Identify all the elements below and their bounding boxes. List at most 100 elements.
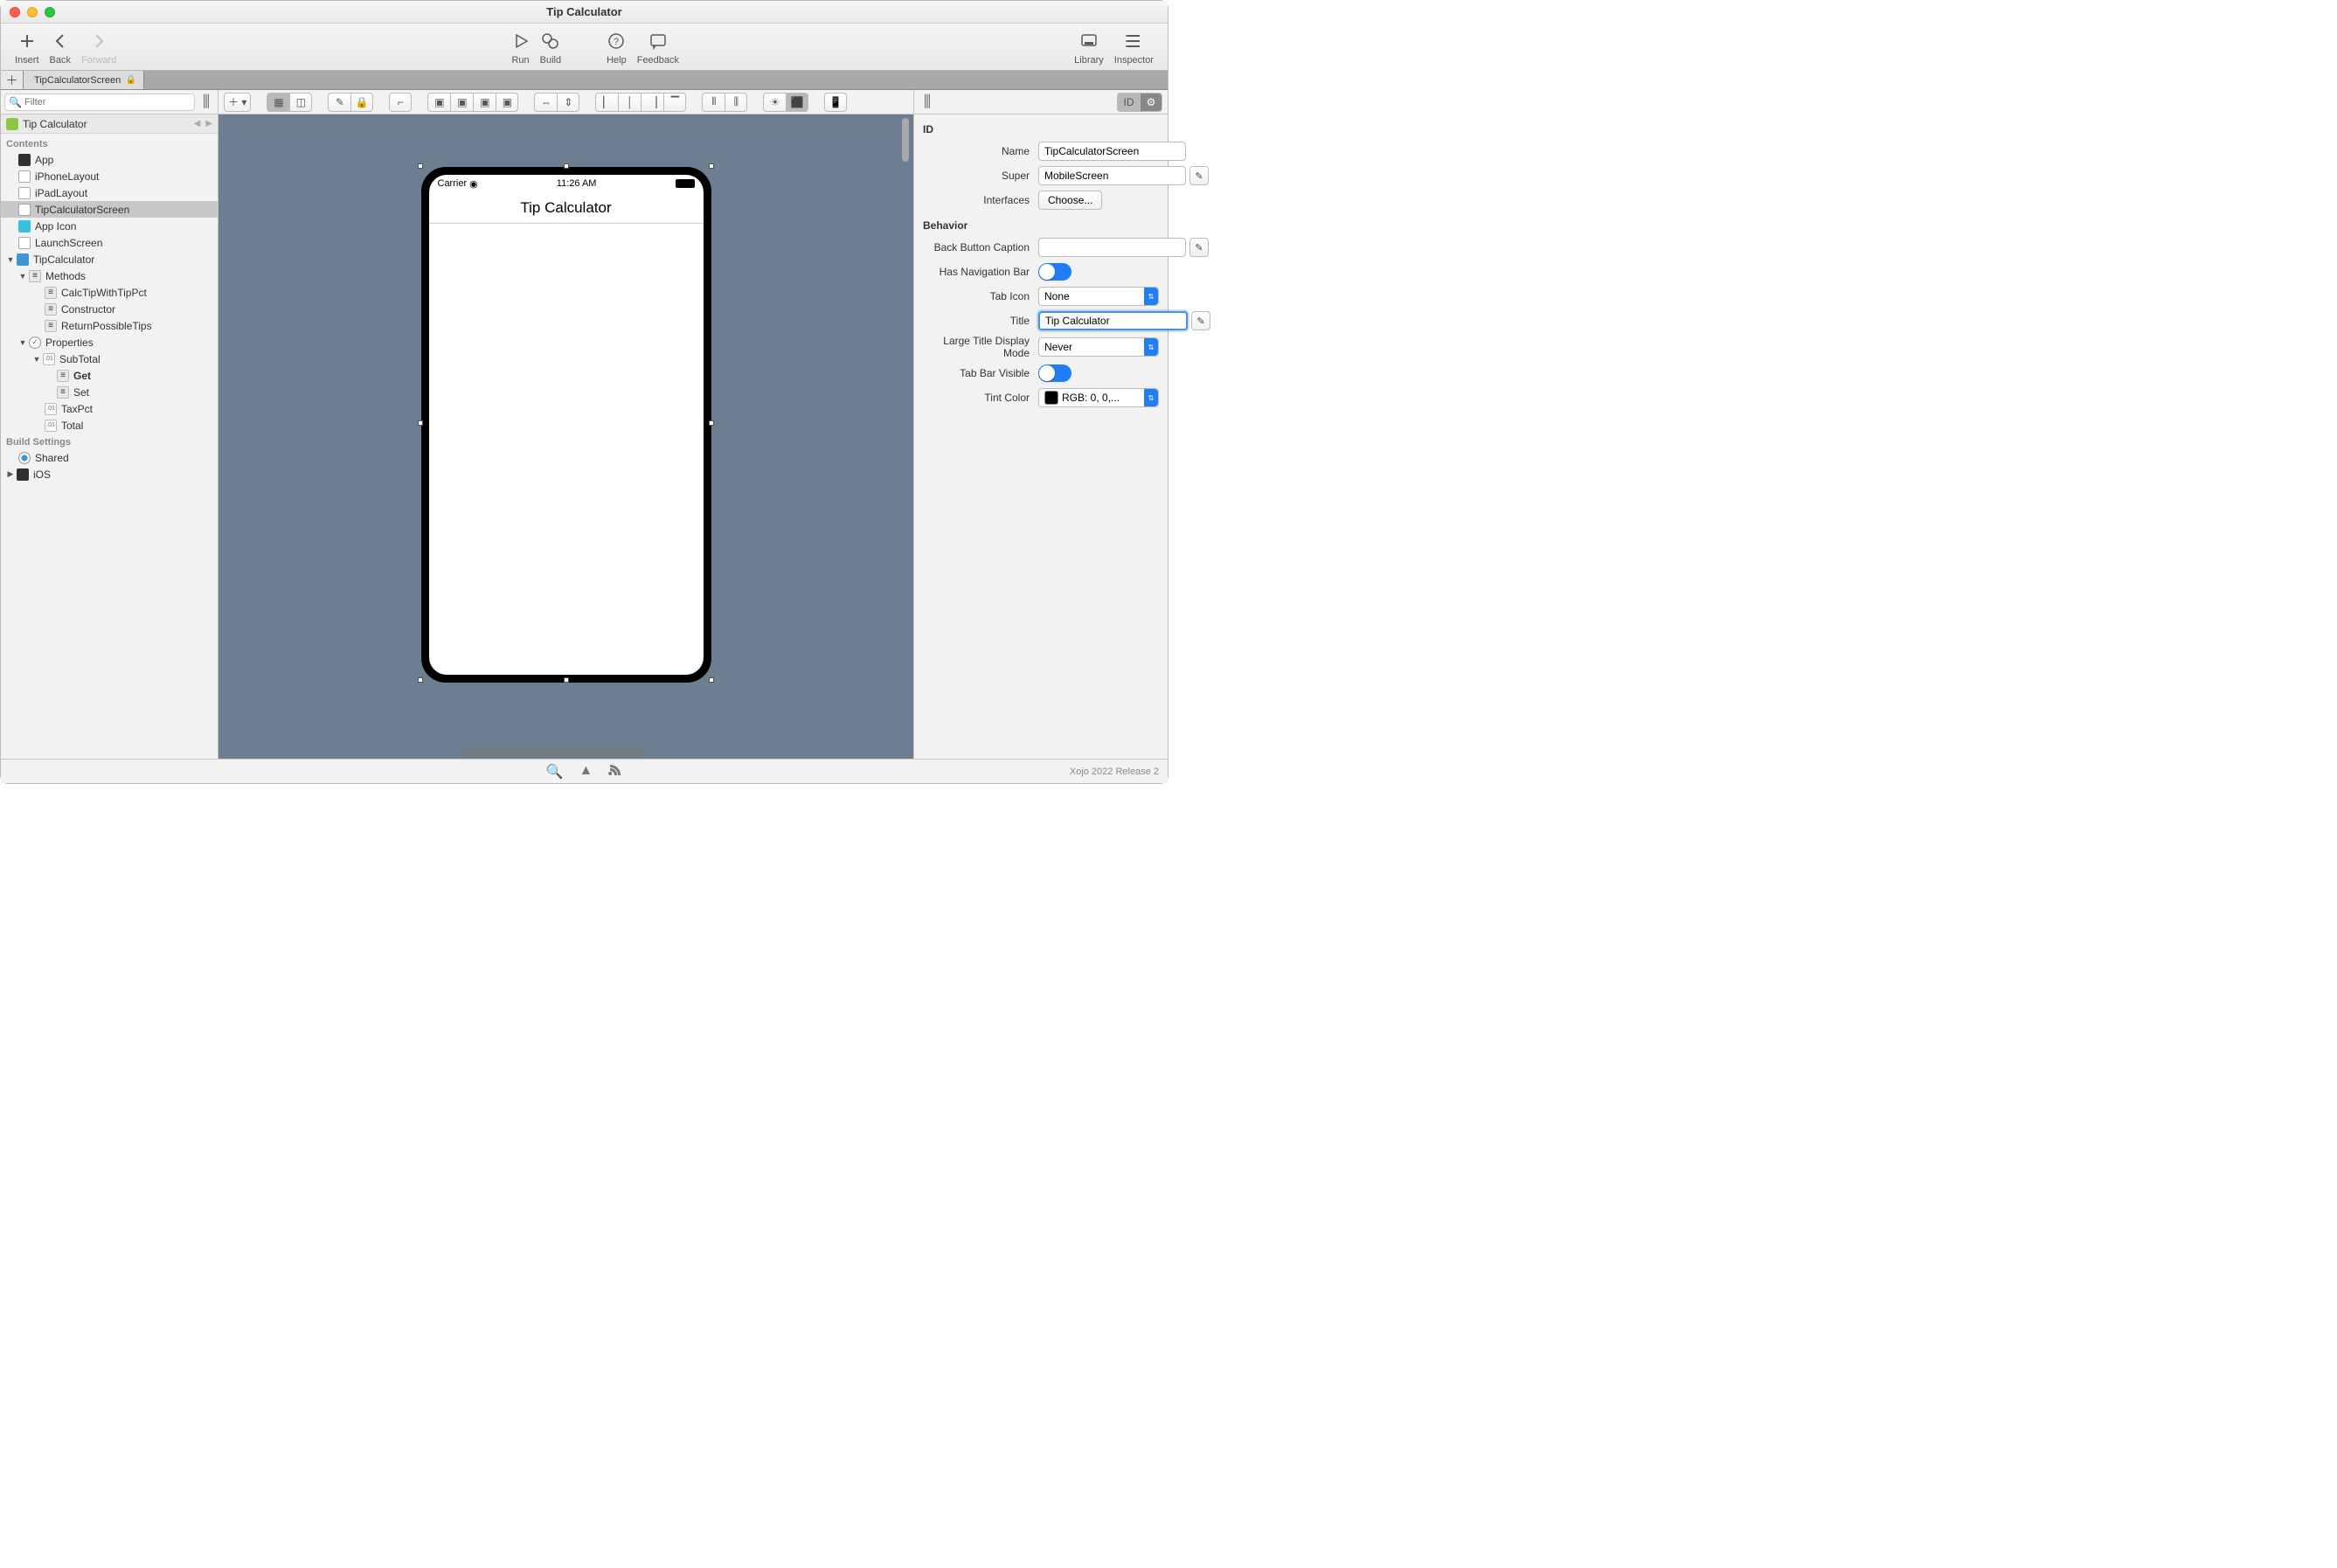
device-button[interactable]: 📱	[824, 93, 847, 112]
order-2-button[interactable]: ▣	[450, 93, 473, 112]
tabbar-visible-toggle[interactable]	[1038, 364, 1071, 382]
design-canvas[interactable]: Carrier ◉ 11:26 AM Tip Calculator	[218, 114, 913, 759]
tree-item-get[interactable]: ≡Get	[1, 367, 218, 384]
zoom-icon[interactable]	[45, 7, 55, 17]
tint-color-popup[interactable]: RGB: 0, 0,...⇅	[1038, 388, 1159, 407]
inspector-tab-advanced-button[interactable]: ⚙	[1140, 93, 1162, 112]
disclosure-triangle-icon[interactable]: ▼	[18, 338, 27, 347]
tree-item-method[interactable]: ≡Constructor	[1, 301, 218, 317]
preview-light-button[interactable]: ☀	[763, 93, 786, 112]
help-button[interactable]: ? Help	[607, 29, 627, 66]
tree-item-taxpct[interactable]: .01TaxPct	[1, 400, 218, 417]
selection-handle[interactable]	[709, 420, 714, 426]
order-1-button[interactable]: ▣	[427, 93, 450, 112]
lock-button[interactable]: 🔒	[350, 93, 373, 112]
edit-pencil-icon[interactable]: ✎	[1189, 238, 1209, 257]
disclosure-triangle-icon[interactable]: ▶	[6, 469, 15, 479]
view-mode-2-button[interactable]: ◫	[289, 93, 312, 112]
selection-handle[interactable]	[709, 677, 714, 683]
tree-item-iphonelayout[interactable]: iPhoneLayout	[1, 168, 218, 184]
edit-pencil-icon[interactable]: ✎	[1191, 311, 1210, 330]
window-title: Tip Calculator	[1, 5, 1168, 18]
align-4-button[interactable]: ▔	[663, 93, 686, 112]
status-bar: Carrier ◉ 11:26 AM	[429, 175, 704, 192]
close-icon[interactable]	[10, 7, 20, 17]
title-input[interactable]	[1038, 311, 1188, 330]
filter-input[interactable]	[4, 94, 195, 111]
tree-item-method[interactable]: ≡ReturnPossibleTips	[1, 317, 218, 334]
back-button[interactable]: Back	[50, 29, 71, 66]
new-tab-button[interactable]: ＋	[1, 71, 24, 89]
add-control-button[interactable]: ＋ ▾	[224, 93, 251, 112]
warning-icon[interactable]: ▲	[579, 763, 593, 781]
selection-handle[interactable]	[564, 677, 569, 683]
inspector-button[interactable]: Inspector	[1114, 29, 1154, 66]
history-forward-icon[interactable]: ▶	[205, 119, 212, 128]
tab-icon-popup[interactable]: None⇅	[1038, 287, 1159, 306]
tree-item-methods-folder[interactable]: ▼≡Methods	[1, 267, 218, 284]
large-title-popup[interactable]: Never⇅	[1038, 337, 1159, 357]
super-input[interactable]	[1038, 166, 1186, 185]
disclosure-triangle-icon[interactable]: ▼	[18, 272, 27, 281]
tree-item-app[interactable]: App	[1, 151, 218, 168]
tree-item-total[interactable]: .01Total	[1, 417, 218, 434]
align-3-button[interactable]: ▕	[641, 93, 663, 112]
tree-item-ios[interactable]: ▶iOS	[1, 466, 218, 482]
panel-columns-icon[interactable]: ⫼	[919, 93, 935, 111]
tree-item-tipcalculatorscreen[interactable]: TipCalculatorScreen	[1, 201, 218, 218]
document-tab[interactable]: TipCalculatorScreen 🔒	[24, 71, 144, 89]
filter-search[interactable]: 🔍	[4, 94, 195, 111]
tree-item-appicon[interactable]: App Icon	[1, 218, 218, 234]
tree-item-tipcalculator-class[interactable]: ▼TipCalculator	[1, 251, 218, 267]
tree-item-properties-folder[interactable]: ▼✓Properties	[1, 334, 218, 350]
build-button[interactable]: Build	[540, 29, 561, 66]
chevron-updown-icon: ⇅	[1144, 338, 1158, 356]
disclosure-triangle-icon[interactable]: ▼	[6, 255, 15, 264]
feedback-button[interactable]: Feedback	[637, 29, 679, 66]
device-screen[interactable]: Carrier ◉ 11:26 AM Tip Calculator	[429, 175, 704, 675]
tree-item-shared[interactable]: Shared	[1, 449, 218, 466]
name-input[interactable]	[1038, 142, 1186, 161]
section-id: ID	[923, 123, 1159, 135]
distribute-1-button[interactable]: ⫴	[702, 93, 725, 112]
window-titlebar: Tip Calculator	[1, 1, 1168, 24]
rss-icon[interactable]	[608, 763, 622, 781]
tree-item-subtotal[interactable]: ▼.01SubTotal	[1, 350, 218, 367]
minimize-icon[interactable]	[27, 7, 38, 17]
selection-handle[interactable]	[418, 420, 423, 426]
autolayout-button[interactable]: ⌐	[389, 93, 412, 112]
panel-columns-icon[interactable]: ⫼	[198, 93, 214, 111]
tree-item-ipadlayout[interactable]: iPadLayout	[1, 184, 218, 201]
choose-interfaces-button[interactable]: Choose...	[1038, 191, 1102, 210]
back-caption-input[interactable]	[1038, 238, 1186, 257]
align-1-button[interactable]: ▏	[595, 93, 618, 112]
tree-item-launchscreen[interactable]: LaunchScreen	[1, 234, 218, 251]
horizontal-scrollbar[interactable]	[461, 750, 645, 757]
search-icon[interactable]: 🔍	[546, 763, 564, 781]
fill-h-button[interactable]: ⇔	[534, 93, 557, 112]
edit-pencil-button[interactable]: ✎	[328, 93, 350, 112]
distribute-2-button[interactable]: ⫼	[725, 93, 747, 112]
order-3-button[interactable]: ▣	[473, 93, 496, 112]
preview-dark-button[interactable]: ⬛	[786, 93, 808, 112]
order-4-button[interactable]: ▣	[496, 93, 518, 112]
tree-item-method[interactable]: ≡CalcTipWithTipPct	[1, 284, 218, 301]
navigator-tree[interactable]: Contents App iPhoneLayout iPadLayout Tip…	[1, 134, 218, 759]
library-button[interactable]: Library	[1074, 29, 1104, 66]
disclosure-triangle-icon[interactable]: ▼	[32, 355, 41, 364]
edit-pencil-icon[interactable]: ✎	[1189, 166, 1209, 185]
fill-v-button[interactable]: ⇕	[557, 93, 579, 112]
selection-handle[interactable]	[418, 677, 423, 683]
inspector-tab-id-button[interactable]: ID	[1117, 93, 1140, 112]
insert-button[interactable]: Insert	[15, 29, 39, 66]
selection-handle[interactable]	[418, 163, 423, 169]
has-navbar-toggle[interactable]	[1038, 263, 1071, 281]
run-button[interactable]: Run	[511, 29, 529, 66]
view-mode-1-button[interactable]: ▦	[267, 93, 289, 112]
vertical-scrollbar[interactable]	[899, 114, 912, 746]
history-back-icon[interactable]: ◀	[194, 119, 201, 128]
selection-handle[interactable]	[564, 163, 569, 169]
align-2-button[interactable]: │	[618, 93, 641, 112]
tree-item-set[interactable]: ≡Set	[1, 384, 218, 400]
selection-handle[interactable]	[709, 163, 714, 169]
